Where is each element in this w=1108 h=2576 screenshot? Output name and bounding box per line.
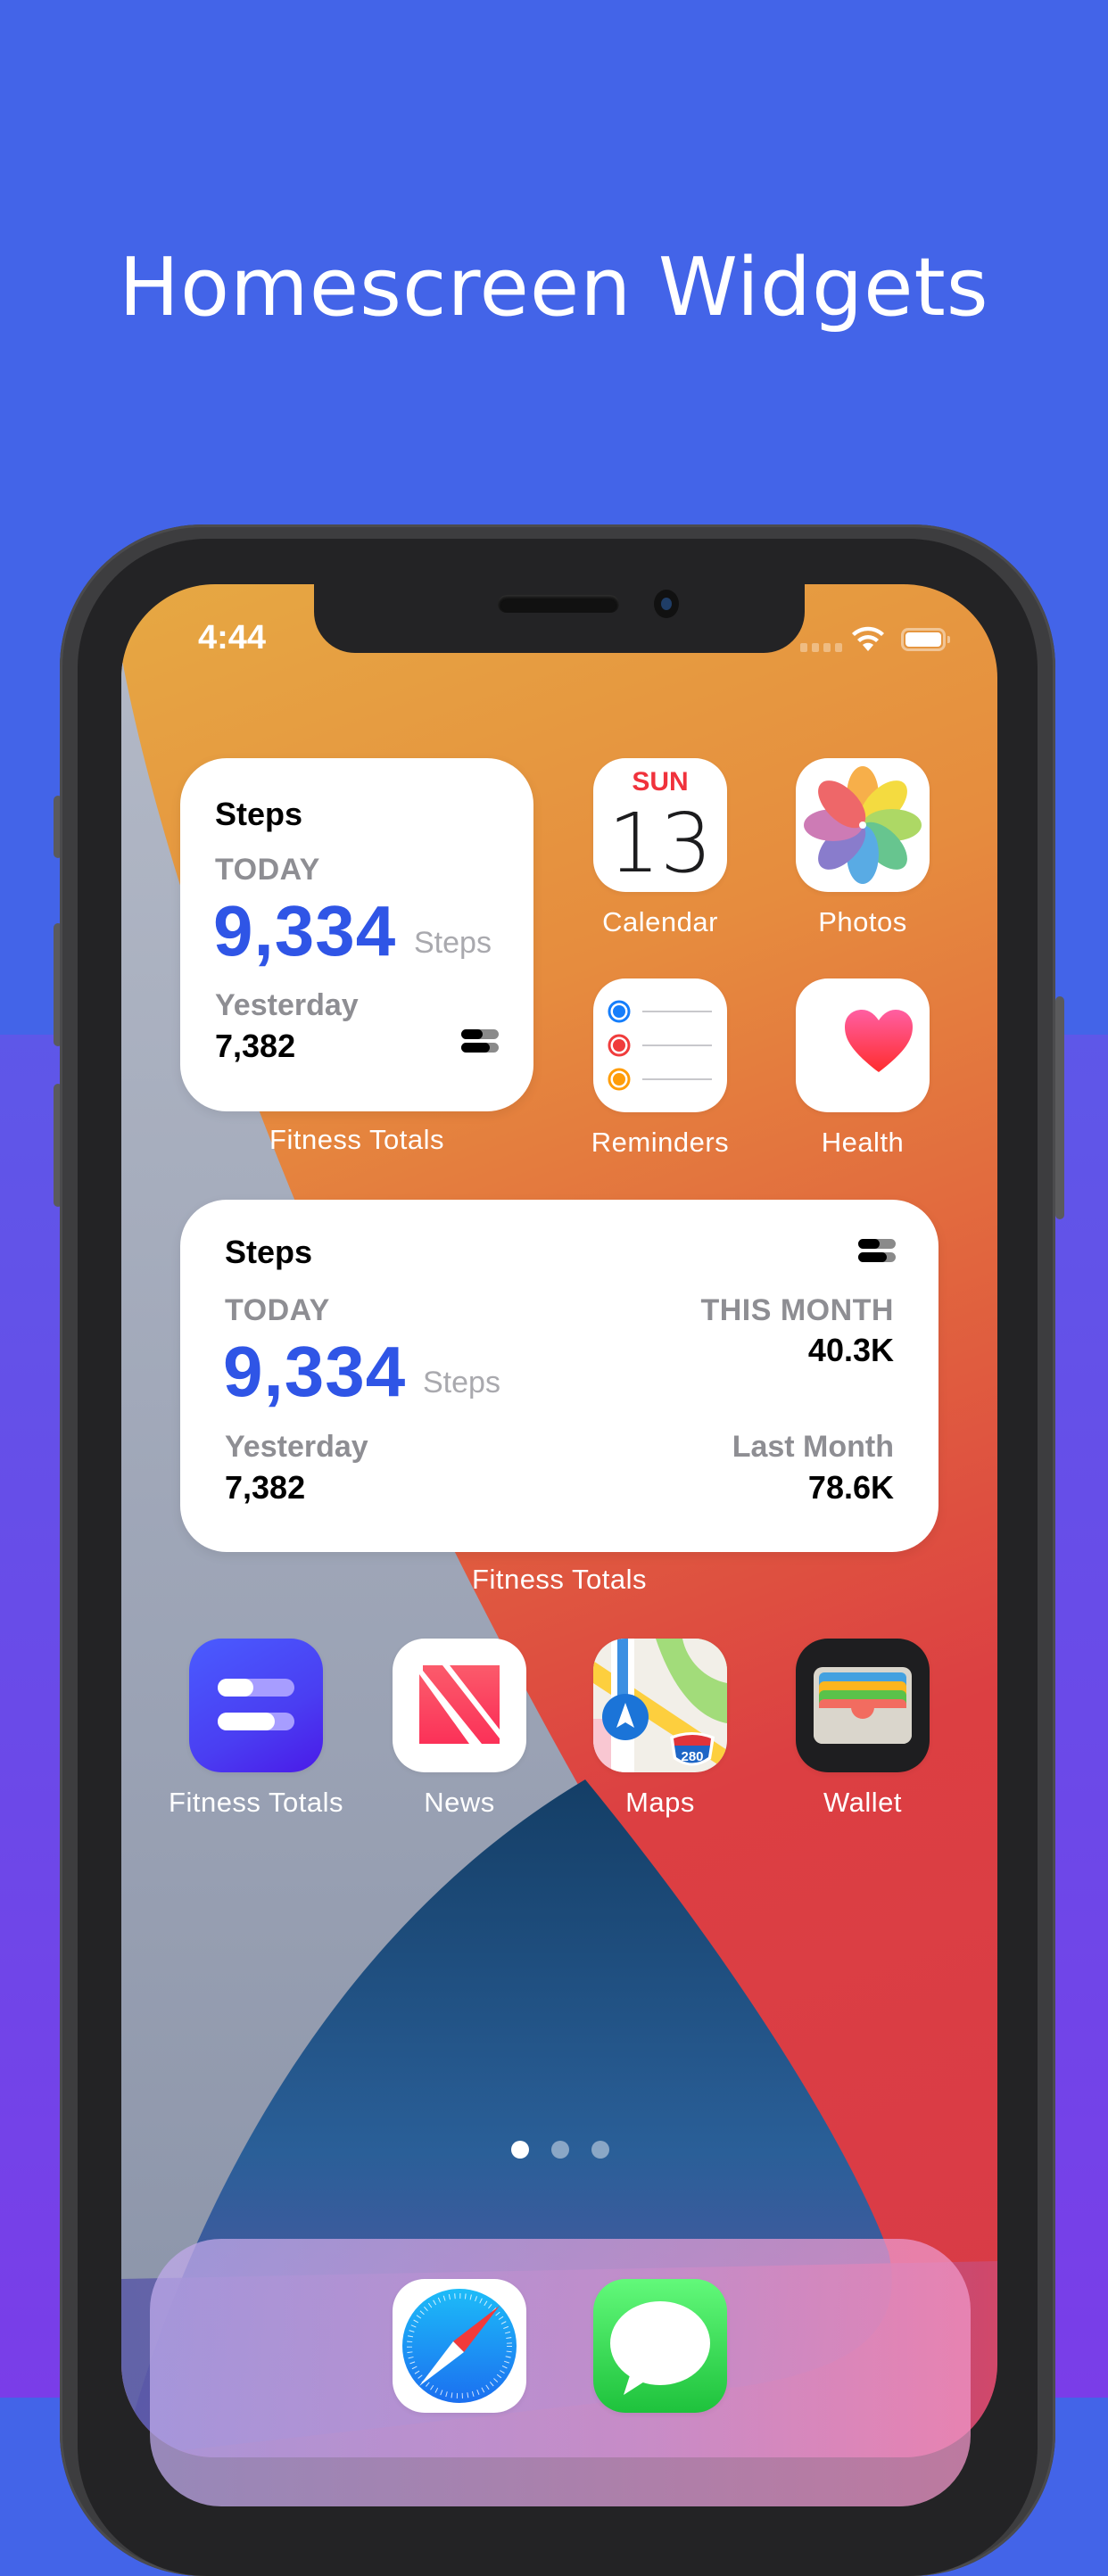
health-icon (796, 978, 930, 1112)
app-reminders[interactable]: Reminders (591, 978, 729, 1158)
app-photos[interactable]: Photos (796, 758, 930, 937)
page-indicator[interactable] (511, 2141, 609, 2159)
reminders-icon (593, 978, 727, 1112)
dock (150, 2239, 971, 2506)
app-maps[interactable]: 280 Maps (593, 1639, 727, 1818)
this-month-label: THIS MONTH (700, 1293, 894, 1327)
dock-app-messages[interactable] (593, 2279, 727, 2413)
page-dot[interactable] (591, 2141, 609, 2159)
yesterday-value: 7,382 (225, 1469, 306, 1506)
fitness-totals-icon (189, 1639, 323, 1772)
fitness-totals-medium-widget[interactable]: Steps TODAY 9,334 Steps Yesterday 7,382 … (180, 1200, 938, 1552)
today-label: TODAY (215, 853, 320, 887)
app-fitness-totals[interactable]: Fitness Totals (169, 1639, 343, 1818)
headline: Homescreen Widgets (119, 241, 989, 334)
battery-icon (901, 628, 950, 651)
messages-icon (593, 2279, 727, 2413)
yesterday-label: Yesterday (215, 988, 359, 1022)
news-icon (393, 1639, 526, 1772)
app-label: Photos (818, 906, 907, 937)
fitness-totals-logo-icon (858, 1237, 896, 1264)
photos-icon (796, 758, 930, 892)
today-steps-value: 9,334 (213, 891, 397, 970)
maps-icon: 280 (593, 1639, 727, 1772)
yesterday-value: 7,382 (215, 1028, 296, 1064)
status-time: 4:44 (198, 619, 267, 656)
today-steps-value: 9,334 (223, 1332, 407, 1411)
yesterday-label: Yesterday (225, 1430, 368, 1464)
calendar-day: SUN (632, 767, 689, 797)
last-month-value: 78.6K (807, 1469, 894, 1506)
power-button (1055, 996, 1064, 1219)
app-news[interactable]: News (393, 1639, 526, 1818)
front-camera (654, 590, 679, 618)
app-label: Health (821, 1127, 905, 1158)
speaker (498, 595, 619, 613)
today-label: TODAY (225, 1293, 330, 1327)
wifi-icon (852, 626, 884, 651)
maps-shield-number: 280 (681, 1749, 703, 1764)
fitness-totals-small-widget[interactable]: Steps TODAY 9,334 Steps Yesterday 7,382 (180, 758, 533, 1111)
fitness-totals-logo-icon (461, 1028, 499, 1054)
steps-unit: Steps (423, 1366, 500, 1399)
this-month-value: 40.3K (807, 1332, 894, 1368)
calendar-date: 13 (608, 796, 713, 891)
dock-app-safari[interactable] (393, 2279, 526, 2413)
widget-title: Steps (215, 796, 303, 832)
safari-icon (393, 2279, 526, 2413)
widget-title: Steps (225, 1234, 313, 1270)
calendar-icon: SUN 13 (593, 758, 727, 892)
app-health[interactable]: Health (796, 978, 930, 1158)
small-widget-label: Fitness Totals (269, 1124, 444, 1155)
app-wallet[interactable]: Wallet (796, 1639, 930, 1818)
app-label: Wallet (823, 1787, 902, 1818)
page-dot[interactable] (511, 2141, 529, 2159)
cellular-signal-icon (800, 643, 842, 652)
app-calendar[interactable]: SUN 13 Calendar (593, 758, 727, 937)
medium-widget-label: Fitness Totals (472, 1564, 647, 1595)
page-dot[interactable] (551, 2141, 569, 2159)
wallet-icon (796, 1639, 930, 1772)
steps-unit: Steps (414, 926, 492, 960)
last-month-label: Last Month (732, 1430, 894, 1464)
